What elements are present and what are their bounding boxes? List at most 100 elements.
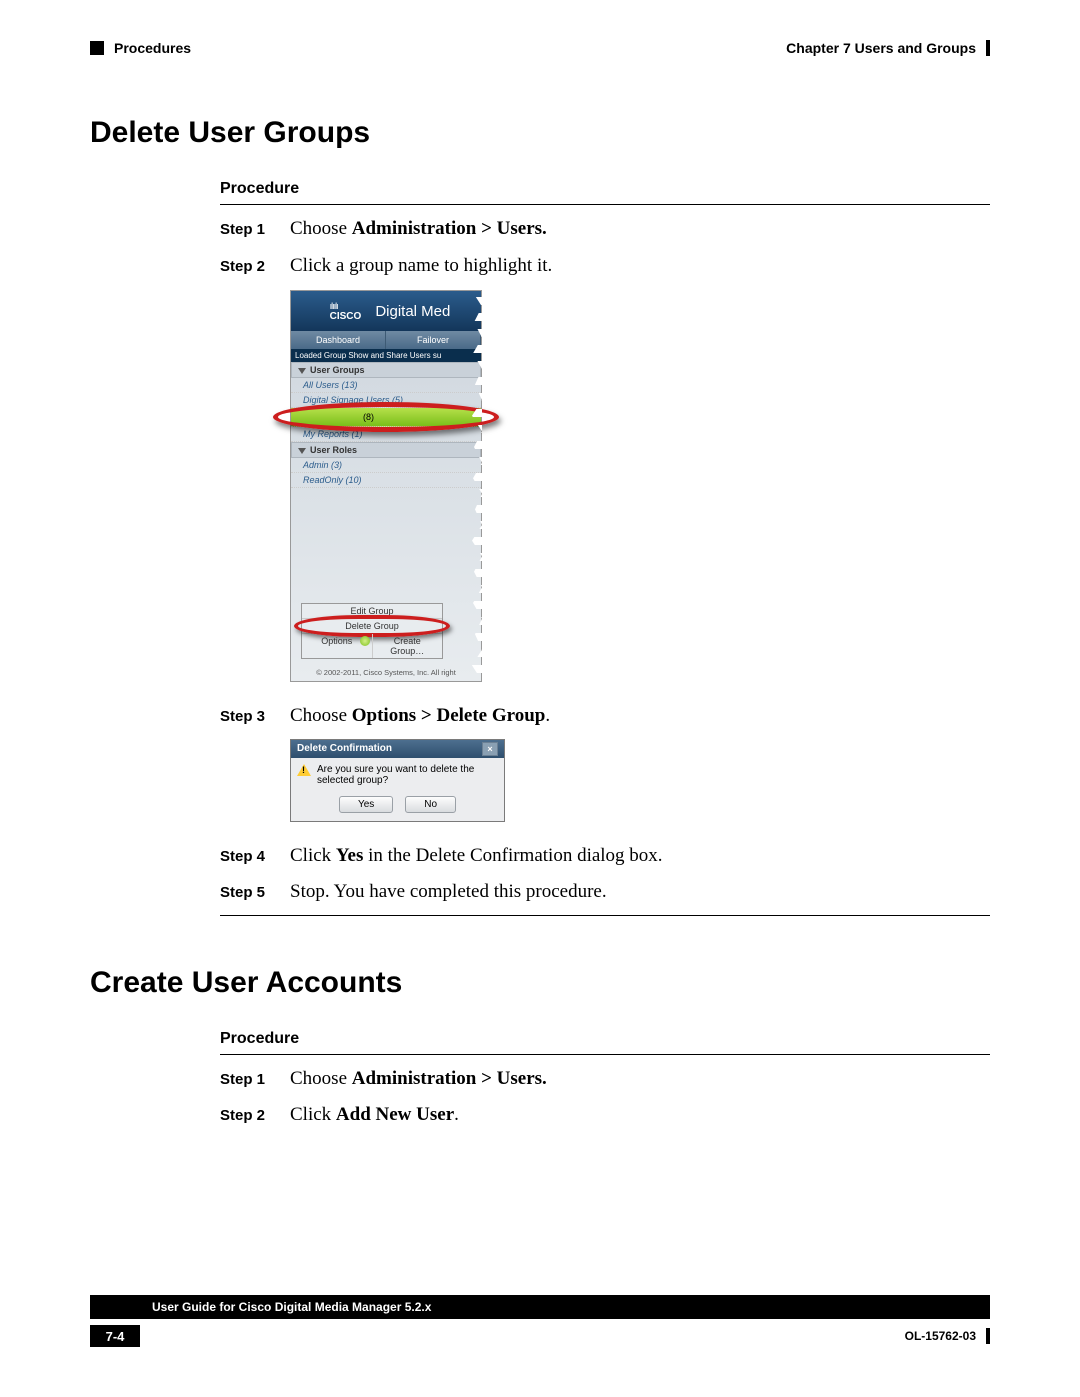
procedure-label: Procedure bbox=[220, 180, 990, 198]
chapter-text: Chapter 7 Users and Groups bbox=[786, 40, 976, 56]
step-text: Choose Administration > Users. bbox=[290, 1065, 547, 1094]
breadcrumb-text: Procedures bbox=[114, 40, 191, 56]
section-heading-delete-user-groups: Delete User Groups bbox=[90, 116, 990, 150]
dialog-buttons: Yes No bbox=[291, 792, 504, 821]
breadcrumb: Procedures bbox=[90, 40, 191, 56]
step-5: Step 5 Stop. You have completed this pro… bbox=[220, 878, 990, 907]
dialog-titlebar: Delete Confirmation × bbox=[291, 740, 504, 758]
procedure-label: Procedure bbox=[220, 1030, 990, 1048]
step-text-suffix: . bbox=[454, 1104, 459, 1125]
close-icon[interactable]: × bbox=[482, 742, 498, 756]
step-label: Step 2 bbox=[220, 1105, 290, 1128]
divider bbox=[220, 1054, 990, 1055]
step-text-prefix: Click bbox=[290, 845, 336, 866]
document-number: OL-15762-03 bbox=[905, 1328, 990, 1344]
step-text: Click a group name to highlight it. bbox=[290, 252, 552, 281]
list-item-my-reports[interactable]: My Reports (1) bbox=[291, 427, 481, 442]
yes-button[interactable]: Yes bbox=[339, 796, 393, 813]
screenshot-delete-confirmation: Delete Confirmation × Are you sure you w… bbox=[290, 739, 505, 822]
dialog-body: Are you sure you want to delete the sele… bbox=[291, 758, 504, 792]
step-3: Step 3 Choose Options > Delete Group. bbox=[220, 702, 990, 731]
step-text-bold: Add New User bbox=[336, 1104, 454, 1125]
menu-bottom-row: Options Create Group… bbox=[302, 634, 442, 658]
dialog-message: Are you sure you want to delete the sele… bbox=[317, 764, 498, 786]
list-item-digital-signage-users[interactable]: Digital Signage Users (5) bbox=[291, 393, 481, 408]
footer-below: 7-4 OL-15762-03 bbox=[90, 1325, 990, 1347]
step-4: Step 4 Click Yes in the Delete Confirmat… bbox=[220, 842, 990, 871]
step-label: Step 3 bbox=[220, 706, 290, 729]
bar-icon bbox=[986, 1328, 990, 1344]
step-text-prefix: Choose bbox=[290, 705, 352, 726]
menu-create-group[interactable]: Create Group… bbox=[373, 634, 443, 658]
app-title: Digital Med bbox=[375, 303, 450, 320]
step-1: Step 1 Choose Administration > Users. bbox=[220, 1065, 990, 1094]
list-item-all-users[interactable]: All Users (13) bbox=[291, 378, 481, 393]
cisco-name: CISCO bbox=[330, 311, 362, 322]
step-1: Step 1 Choose Administration > Users. bbox=[220, 215, 990, 244]
menu-options-label: Options bbox=[321, 636, 352, 646]
step-label: Step 4 bbox=[220, 846, 290, 869]
cisco-logo: ılıılı CISCO bbox=[322, 301, 362, 322]
square-icon bbox=[90, 41, 104, 55]
app-window: ılıılı CISCO Digital Med Dashboard Failo… bbox=[290, 290, 482, 682]
page-footer: User Guide for Cisco Digital Media Manag… bbox=[90, 1295, 990, 1347]
bar-icon bbox=[986, 40, 990, 56]
step-text-bold: Administration > Users. bbox=[352, 1068, 547, 1089]
step-text: Choose Administration > Users. bbox=[290, 215, 547, 244]
divider bbox=[220, 204, 990, 205]
step-label: Step 5 bbox=[220, 882, 290, 905]
step-label: Step 1 bbox=[220, 1069, 290, 1092]
tabs: Dashboard Failover bbox=[291, 331, 481, 349]
steps-list-cont2: Step 4 Click Yes in the Delete Confirmat… bbox=[220, 842, 990, 907]
steps-list-cont: Step 3 Choose Options > Delete Group. bbox=[220, 702, 990, 731]
step-label: Step 1 bbox=[220, 219, 290, 242]
selected-count: (8) bbox=[363, 412, 374, 422]
chevron-down-icon bbox=[298, 368, 306, 374]
step-text-bold: Yes bbox=[336, 845, 363, 866]
loaded-group-bar: Loaded Group Show and Share Users su bbox=[291, 349, 481, 362]
step-label: Step 2 bbox=[220, 256, 290, 279]
section-label: User Roles bbox=[310, 445, 357, 455]
page-header: Procedures Chapter 7 Users and Groups bbox=[90, 40, 990, 56]
menu-options[interactable]: Options bbox=[302, 634, 373, 658]
step-2: Step 2 Click Add New User. bbox=[220, 1101, 990, 1130]
copyright-text: © 2002-2011, Cisco Systems, Inc. All rig… bbox=[297, 668, 475, 677]
dialog: Delete Confirmation × Are you sure you w… bbox=[290, 739, 505, 822]
step-text-bold: Options > Delete Group bbox=[352, 705, 546, 726]
step-2: Step 2 Click a group name to highlight i… bbox=[220, 252, 990, 281]
tab-dashboard[interactable]: Dashboard bbox=[291, 331, 386, 349]
footer-menu: Edit Group Delete Group Options Create G… bbox=[301, 603, 443, 659]
chapter-label: Chapter 7 Users and Groups bbox=[786, 40, 990, 56]
list-item-readonly[interactable]: ReadOnly (10) bbox=[291, 473, 481, 488]
step-text: Choose Options > Delete Group. bbox=[290, 702, 550, 731]
steps-list-2: Step 1 Choose Administration > Users. St… bbox=[220, 1065, 990, 1130]
app-header: ılıılı CISCO Digital Med bbox=[291, 291, 481, 331]
section-label: User Groups bbox=[310, 365, 365, 375]
step-text: Click Add New User. bbox=[290, 1101, 459, 1130]
chevron-down-icon bbox=[298, 448, 306, 454]
step-text-bold: Administration > Users. bbox=[352, 218, 547, 239]
tab-failover[interactable]: Failover bbox=[386, 331, 481, 349]
document-number-text: OL-15762-03 bbox=[905, 1329, 976, 1343]
step-text-suffix: in the Delete Confirmation dialog box. bbox=[363, 845, 662, 866]
step-text-prefix: Choose bbox=[290, 218, 352, 239]
step-text-prefix: Choose bbox=[290, 1068, 352, 1089]
page: Procedures Chapter 7 Users and Groups De… bbox=[0, 0, 1080, 1397]
step-text: Click Yes in the Delete Confirmation dia… bbox=[290, 842, 663, 871]
step-text-prefix: Click bbox=[290, 1104, 336, 1125]
section-heading-create-user-accounts: Create User Accounts bbox=[90, 966, 990, 1000]
dialog-title-text: Delete Confirmation bbox=[297, 743, 392, 754]
section-user-roles[interactable]: User Roles bbox=[291, 442, 481, 458]
guide-title: User Guide for Cisco Digital Media Manag… bbox=[152, 1300, 431, 1314]
no-button[interactable]: No bbox=[405, 796, 456, 813]
footer-bar: User Guide for Cisco Digital Media Manag… bbox=[90, 1295, 990, 1319]
list-item-selected-group[interactable]: (8) bbox=[291, 408, 481, 427]
menu-delete-group[interactable]: Delete Group bbox=[302, 619, 442, 634]
cisco-bars-icon: ılıılı bbox=[330, 301, 338, 311]
list-item-admin[interactable]: Admin (3) bbox=[291, 458, 481, 473]
step-text: Stop. You have completed this procedure. bbox=[290, 878, 607, 907]
page-number: 7-4 bbox=[90, 1325, 140, 1347]
warning-icon bbox=[297, 764, 311, 776]
section-user-groups[interactable]: User Groups bbox=[291, 362, 481, 378]
divider bbox=[220, 915, 990, 916]
